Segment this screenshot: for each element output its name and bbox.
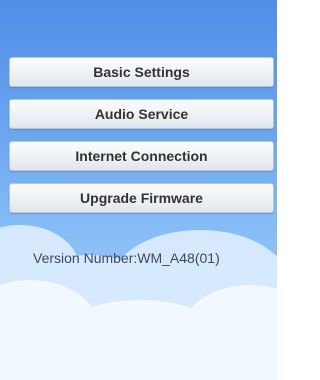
basic-settings-button[interactable]: Basic Settings bbox=[9, 57, 274, 87]
internet-connection-button[interactable]: Internet Connection bbox=[9, 141, 274, 171]
upgrade-firmware-button[interactable]: Upgrade Firmware bbox=[9, 183, 274, 213]
settings-menu: Basic Settings Audio Service Internet Co… bbox=[9, 57, 274, 225]
version-number-label: Version Number:WM_A48(01) bbox=[33, 250, 220, 266]
audio-service-button[interactable]: Audio Service bbox=[9, 99, 274, 129]
settings-screen: Basic Settings Audio Service Internet Co… bbox=[0, 0, 277, 380]
